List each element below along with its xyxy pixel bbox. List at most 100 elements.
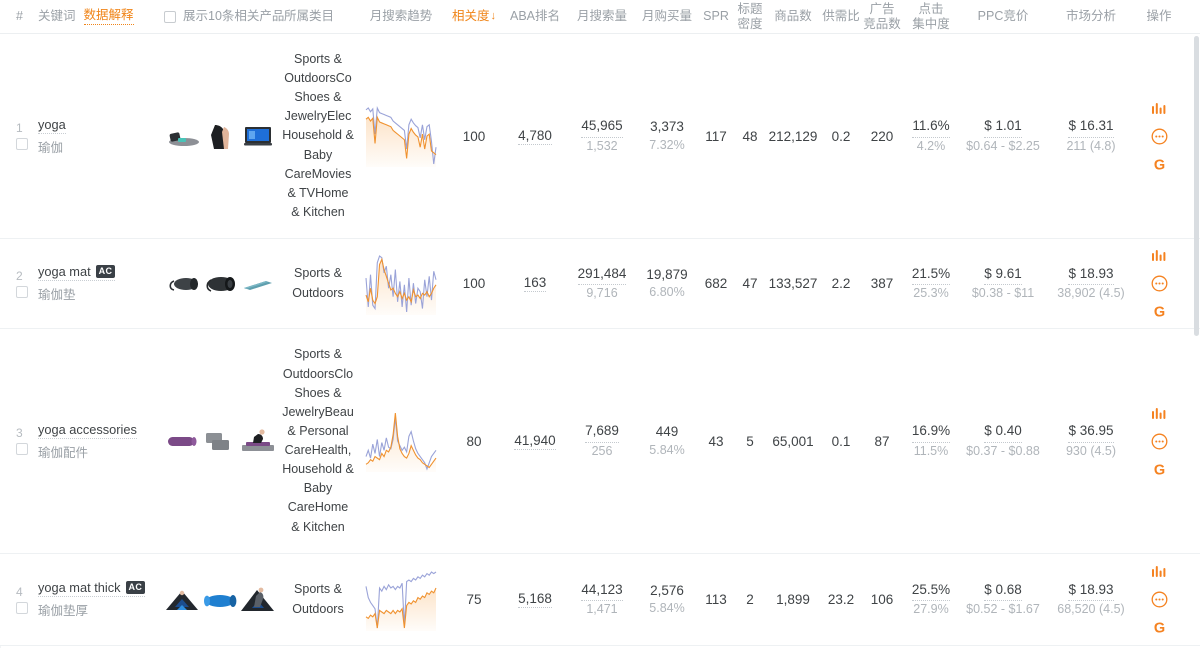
more-circle-icon[interactable] — [1151, 275, 1168, 292]
product-thumbnail[interactable] — [240, 426, 276, 456]
bar-chart-icon[interactable] — [1151, 405, 1168, 422]
ppc-bid-cell: $ 0.68$0.52 - $1.67 — [960, 554, 1046, 645]
row-index: 1 — [16, 122, 23, 134]
more-circle-icon[interactable] — [1151, 128, 1168, 145]
google-icon[interactable]: G — [1151, 156, 1168, 173]
operations-cell: G — [1136, 329, 1182, 553]
header-keyword: 关键词 — [38, 9, 76, 23]
monthly-search-cell: 44,1231,471 — [568, 554, 636, 645]
keyword-en-wrap[interactable]: yoga mat thickAC — [38, 580, 145, 597]
click-concentration-cell: 25.5%27.9% — [902, 554, 960, 645]
trend-sparkline[interactable] — [363, 105, 439, 167]
monthly-search-value: 291,484 — [578, 265, 627, 285]
bar-chart-icon[interactable] — [1151, 100, 1168, 117]
table-row[interactable]: 1yoga瑜伽Sports & OutdoorsCo Shoes & Jewel… — [0, 34, 1200, 239]
product-thumbnail[interactable] — [202, 585, 238, 615]
bar-chart-icon[interactable] — [1151, 247, 1168, 264]
product-thumbnail[interactable] — [240, 269, 276, 299]
related-products-cell — [162, 34, 280, 238]
aba-rank-cell: 4,780 — [502, 34, 568, 238]
row-select-checkbox[interactable] — [16, 138, 28, 150]
scrollbar-rail[interactable] — [1193, 0, 1200, 648]
search-trend-cell[interactable] — [356, 239, 446, 328]
market-price-value: $ 18.93 — [1068, 581, 1113, 601]
keyword-cn: 瑜伽垫 — [38, 284, 76, 303]
product-thumbnail[interactable] — [240, 121, 276, 151]
trend-sparkline[interactable] — [363, 410, 439, 472]
keyword-cell: yoga mat thickAC瑜伽垫厚 — [34, 554, 162, 645]
header-ad-products[interactable]: 广告 竞品数 — [862, 0, 902, 33]
table-row[interactable]: 2yoga matAC瑜伽垫Sports & Outdoors100163291… — [0, 239, 1200, 329]
header-relevance[interactable]: 相关度↓ — [446, 0, 502, 33]
search-trend-cell[interactable] — [356, 554, 446, 645]
click-conc-value: 25.5% — [912, 581, 950, 601]
trend-sparkline[interactable] — [363, 569, 439, 631]
click-conc-sub: 25.3% — [913, 285, 948, 302]
header-goods-count[interactable]: 商品数 — [766, 0, 820, 33]
table-row[interactable]: 4yoga mat thickAC瑜伽垫厚Sports & Outdoors75… — [0, 554, 1200, 646]
header-ppc-bid[interactable]: PPC竞价 — [960, 0, 1046, 33]
aba-rank-value: 163 — [524, 275, 547, 292]
ppc-bid-range: $0.52 - $1.67 — [966, 601, 1040, 618]
product-thumbnail[interactable] — [164, 269, 200, 299]
header-show-related-group[interactable]: 展示10条相关产品 — [162, 0, 280, 33]
keyword-en-wrap[interactable]: yoga matAC — [38, 264, 115, 281]
header-monthly-purchase[interactable]: 月购买量 — [636, 0, 698, 33]
show-related-checkbox[interactable] — [164, 11, 176, 23]
svg-text:G: G — [1153, 462, 1164, 477]
monthly-search-sub: 1,471 — [586, 601, 617, 618]
search-trend-cell[interactable] — [356, 329, 446, 553]
sort-down-icon: ↓ — [491, 10, 497, 23]
product-thumbnail[interactable] — [202, 121, 238, 151]
trend-sparkline[interactable] — [363, 253, 439, 315]
product-thumbnail[interactable] — [164, 121, 200, 151]
product-thumbnail[interactable] — [202, 269, 238, 299]
spr-cell: 682 — [698, 239, 734, 328]
product-thumbnail[interactable] — [164, 585, 200, 615]
ppc-bid-cell: $ 1.01$0.64 - $2.25 — [960, 34, 1046, 238]
monthly-purchase-cell: 2,5765.84% — [636, 554, 698, 645]
header-aba-rank[interactable]: ABA排名 — [502, 0, 568, 33]
keyword-cell: yoga matAC 瑜伽垫 — [34, 239, 162, 328]
row-index-cell: 1 — [0, 34, 34, 238]
click-conc-sub: 27.9% — [913, 601, 948, 618]
ad-products-cell: 106 — [862, 554, 902, 645]
keyword-en-wrap[interactable]: yoga accessories — [38, 422, 137, 439]
keyword-en: yoga mat thick — [38, 580, 121, 595]
bar-chart-icon[interactable] — [1151, 563, 1168, 580]
product-thumbnail[interactable] — [240, 585, 276, 615]
spr-cell: 43 — [698, 329, 734, 553]
row-index: 2 — [16, 270, 23, 282]
google-icon[interactable]: G — [1151, 619, 1168, 636]
header-data-explain[interactable]: 数据解释 — [84, 8, 134, 24]
more-circle-icon[interactable] — [1151, 591, 1168, 608]
header-supply-demand[interactable]: 供需比 — [820, 0, 862, 33]
more-circle-icon[interactable] — [1151, 433, 1168, 450]
row-select-checkbox[interactable] — [16, 443, 28, 455]
scrollbar-thumb[interactable] — [1194, 36, 1199, 336]
category-text: Sports & Outdoors — [282, 264, 354, 302]
header-title-density[interactable]: 标题 密度 — [734, 0, 766, 33]
monthly-purchase-cell: 4495.84% — [636, 329, 698, 553]
header-click-concentration[interactable]: 点击 集中度 — [902, 0, 960, 33]
row-select-checkbox[interactable] — [16, 286, 28, 298]
product-thumbnail[interactable] — [164, 426, 200, 456]
monthly-search-sub: 1,532 — [586, 138, 617, 155]
google-icon[interactable]: G — [1151, 303, 1168, 320]
monthly-purchase-value: 3,373 — [650, 118, 684, 136]
row-select-checkbox[interactable] — [16, 602, 28, 614]
header-spr[interactable]: SPR — [698, 0, 734, 33]
header-monthly-search[interactable]: 月搜索量 — [568, 0, 636, 33]
header-market-analysis: 市场分析 — [1046, 0, 1136, 33]
product-thumbnail[interactable] — [202, 426, 238, 456]
search-trend-cell[interactable] — [356, 34, 446, 238]
related-products-cell — [162, 329, 280, 553]
table-row[interactable]: 3yoga accessories瑜伽配件Sports & OutdoorsCl… — [0, 329, 1200, 554]
spr-cell: 117 — [698, 34, 734, 238]
keyword-en-wrap[interactable]: yoga — [38, 117, 66, 134]
click-conc-value: 16.9% — [912, 422, 950, 442]
category-cell: Sports & OutdoorsCo Shoes & JewelryElec … — [280, 34, 356, 238]
monthly-search-cell: 291,4849,716 — [568, 239, 636, 328]
monthly-purchase-value: 2,576 — [650, 582, 684, 600]
google-icon[interactable]: G — [1151, 461, 1168, 478]
